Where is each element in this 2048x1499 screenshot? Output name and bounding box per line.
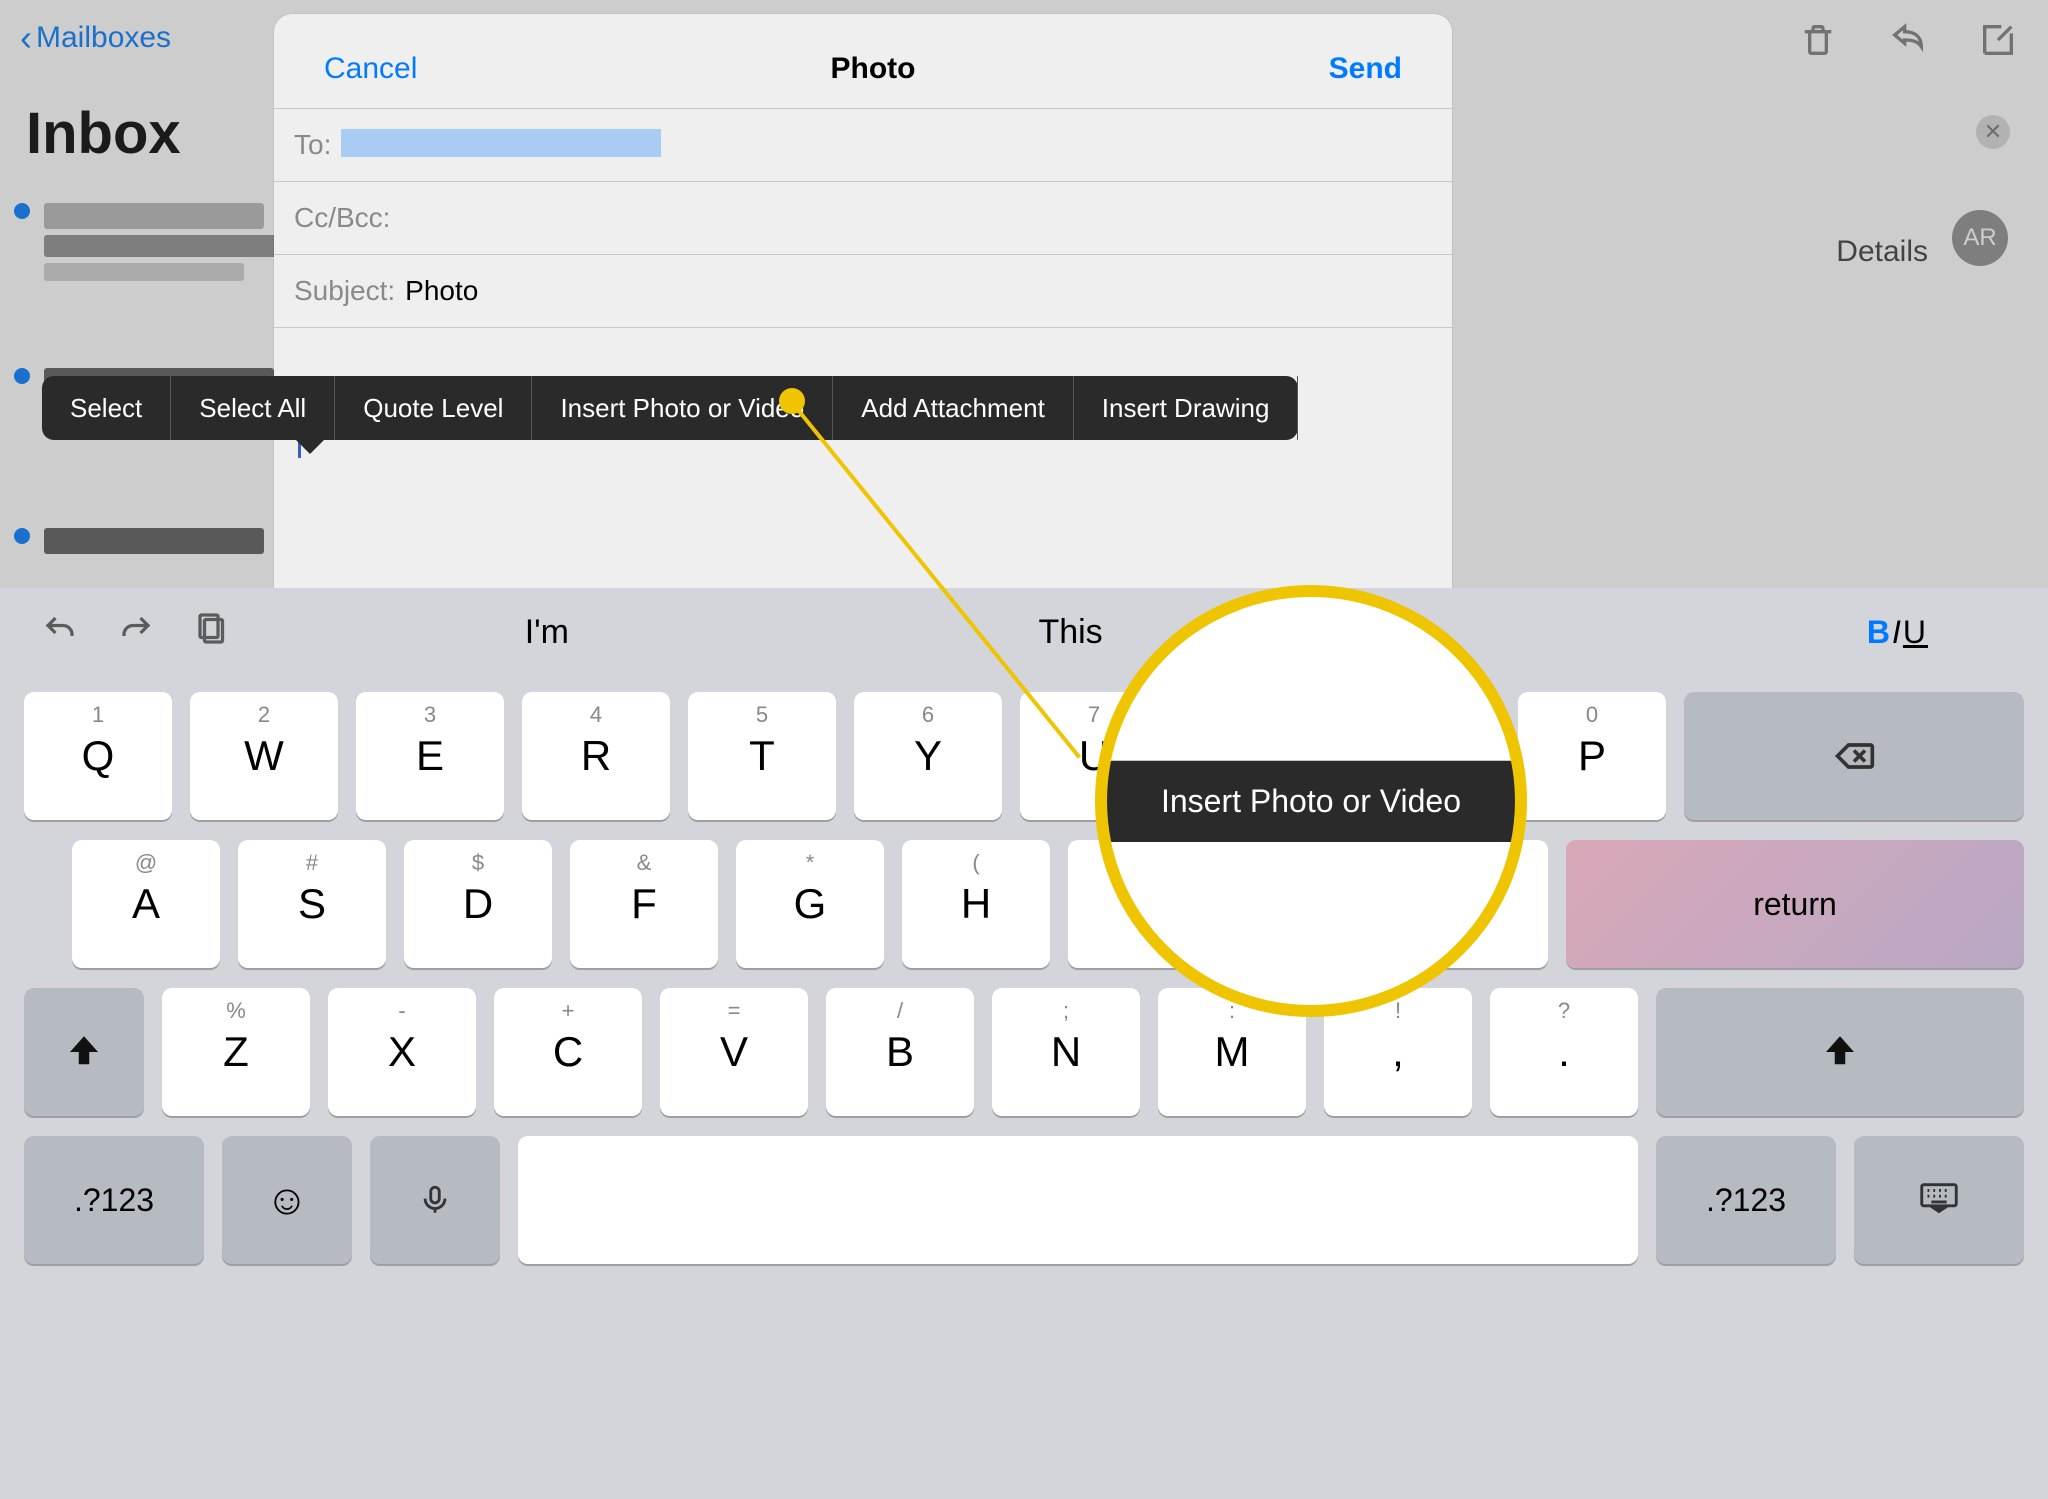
space-key[interactable] xyxy=(518,1136,1638,1264)
keyboard: I'm This BIU 1Q2W3E4R5T6Y7U8I9O0P @A#S$D… xyxy=(0,588,2048,1499)
trash-icon[interactable] xyxy=(1798,20,1838,70)
zoom-callout: Insert Photo or Video xyxy=(1095,585,1527,1017)
key-N[interactable]: ;N xyxy=(992,988,1140,1116)
cancel-button[interactable]: Cancel xyxy=(324,52,417,86)
compose-icon[interactable] xyxy=(1978,20,2018,70)
key-V[interactable]: =V xyxy=(660,988,808,1116)
key-T[interactable]: 5T xyxy=(688,692,836,820)
key-C[interactable]: +C xyxy=(494,988,642,1116)
callout-dot-icon xyxy=(779,388,805,414)
numbers-key[interactable]: .?123 xyxy=(1656,1136,1836,1264)
prediction-2[interactable]: This xyxy=(1038,613,1102,652)
subject-value: Photo xyxy=(405,275,478,307)
reply-icon[interactable] xyxy=(1888,20,1928,70)
format-biu-button[interactable]: BIU xyxy=(1867,614,1928,651)
details-link[interactable]: Details xyxy=(1836,235,1928,269)
mailboxes-label: Mailboxes xyxy=(36,21,171,55)
unread-dot-icon xyxy=(14,528,30,544)
unread-dot-icon xyxy=(14,203,30,219)
key-Z[interactable]: %Z xyxy=(162,988,310,1116)
key-D[interactable]: $D xyxy=(404,840,552,968)
key-E[interactable]: 3E xyxy=(356,692,504,820)
redo-icon[interactable] xyxy=(118,612,154,653)
cc-bcc-field[interactable]: Cc/Bcc: xyxy=(274,181,1452,254)
dictation-key[interactable] xyxy=(370,1136,500,1264)
emoji-key[interactable]: ☺ xyxy=(222,1136,352,1264)
menu-quote-level[interactable]: Quote Level xyxy=(335,376,532,440)
chevron-left-icon: ‹ xyxy=(20,17,32,59)
to-field[interactable]: To: xyxy=(274,108,1452,181)
clipboard-icon[interactable] xyxy=(194,612,230,653)
dismiss-keyboard-key[interactable] xyxy=(1854,1136,2024,1264)
send-button[interactable]: Send xyxy=(1329,52,1402,86)
prediction-1[interactable]: I'm xyxy=(525,613,569,652)
message-item[interactable] xyxy=(8,195,284,289)
menu-add-attachment[interactable]: Add Attachment xyxy=(833,376,1074,440)
shift-key[interactable] xyxy=(1656,988,2024,1116)
unread-dot-icon xyxy=(14,368,30,384)
menu-select-all[interactable]: Select All xyxy=(171,376,335,440)
key-H[interactable]: (H xyxy=(902,840,1050,968)
key-B[interactable]: /B xyxy=(826,988,974,1116)
clear-thread-icon[interactable]: ✕ xyxy=(1976,115,2010,149)
numbers-key[interactable]: .?123 xyxy=(24,1136,204,1264)
message-item[interactable] xyxy=(8,520,264,562)
menu-select[interactable]: Select xyxy=(42,376,171,440)
zoom-label: Insert Photo or Video xyxy=(1107,761,1515,842)
key-Q[interactable]: 1Q xyxy=(24,692,172,820)
mailboxes-back[interactable]: ‹ Mailboxes xyxy=(0,0,280,75)
inbox-title: Inbox xyxy=(26,100,181,167)
context-menu-arrow-icon xyxy=(294,438,326,454)
cc-bcc-label: Cc/Bcc: xyxy=(294,202,390,234)
key-Y[interactable]: 6Y xyxy=(854,692,1002,820)
undo-icon[interactable] xyxy=(42,612,78,653)
key-.[interactable]: ?. xyxy=(1490,988,1638,1116)
key-A[interactable]: @A xyxy=(72,840,220,968)
shift-key[interactable] xyxy=(24,988,144,1116)
to-label: To: xyxy=(294,129,331,161)
key-R[interactable]: 4R xyxy=(522,692,670,820)
key-P[interactable]: 0P xyxy=(1518,692,1666,820)
key-X[interactable]: -X xyxy=(328,988,476,1116)
key-W[interactable]: 2W xyxy=(190,692,338,820)
subject-label: Subject: xyxy=(294,275,395,307)
to-recipient-chip[interactable] xyxy=(341,129,661,157)
key-S[interactable]: #S xyxy=(238,840,386,968)
key-F[interactable]: &F xyxy=(570,840,718,968)
compose-sheet: Cancel Photo Send To: Cc/Bcc: Subject: P… xyxy=(274,14,1452,588)
menu-insert-drawing[interactable]: Insert Drawing xyxy=(1074,376,1299,440)
return-key[interactable]: return xyxy=(1566,840,2024,968)
backspace-key[interactable] xyxy=(1684,692,2024,820)
key-G[interactable]: *G xyxy=(736,840,884,968)
compose-title: Photo xyxy=(831,52,916,86)
context-menu: Select Select All Quote Level Insert Pho… xyxy=(42,376,1298,440)
avatar[interactable]: AR xyxy=(1952,210,2008,266)
subject-field[interactable]: Subject: Photo xyxy=(274,254,1452,327)
